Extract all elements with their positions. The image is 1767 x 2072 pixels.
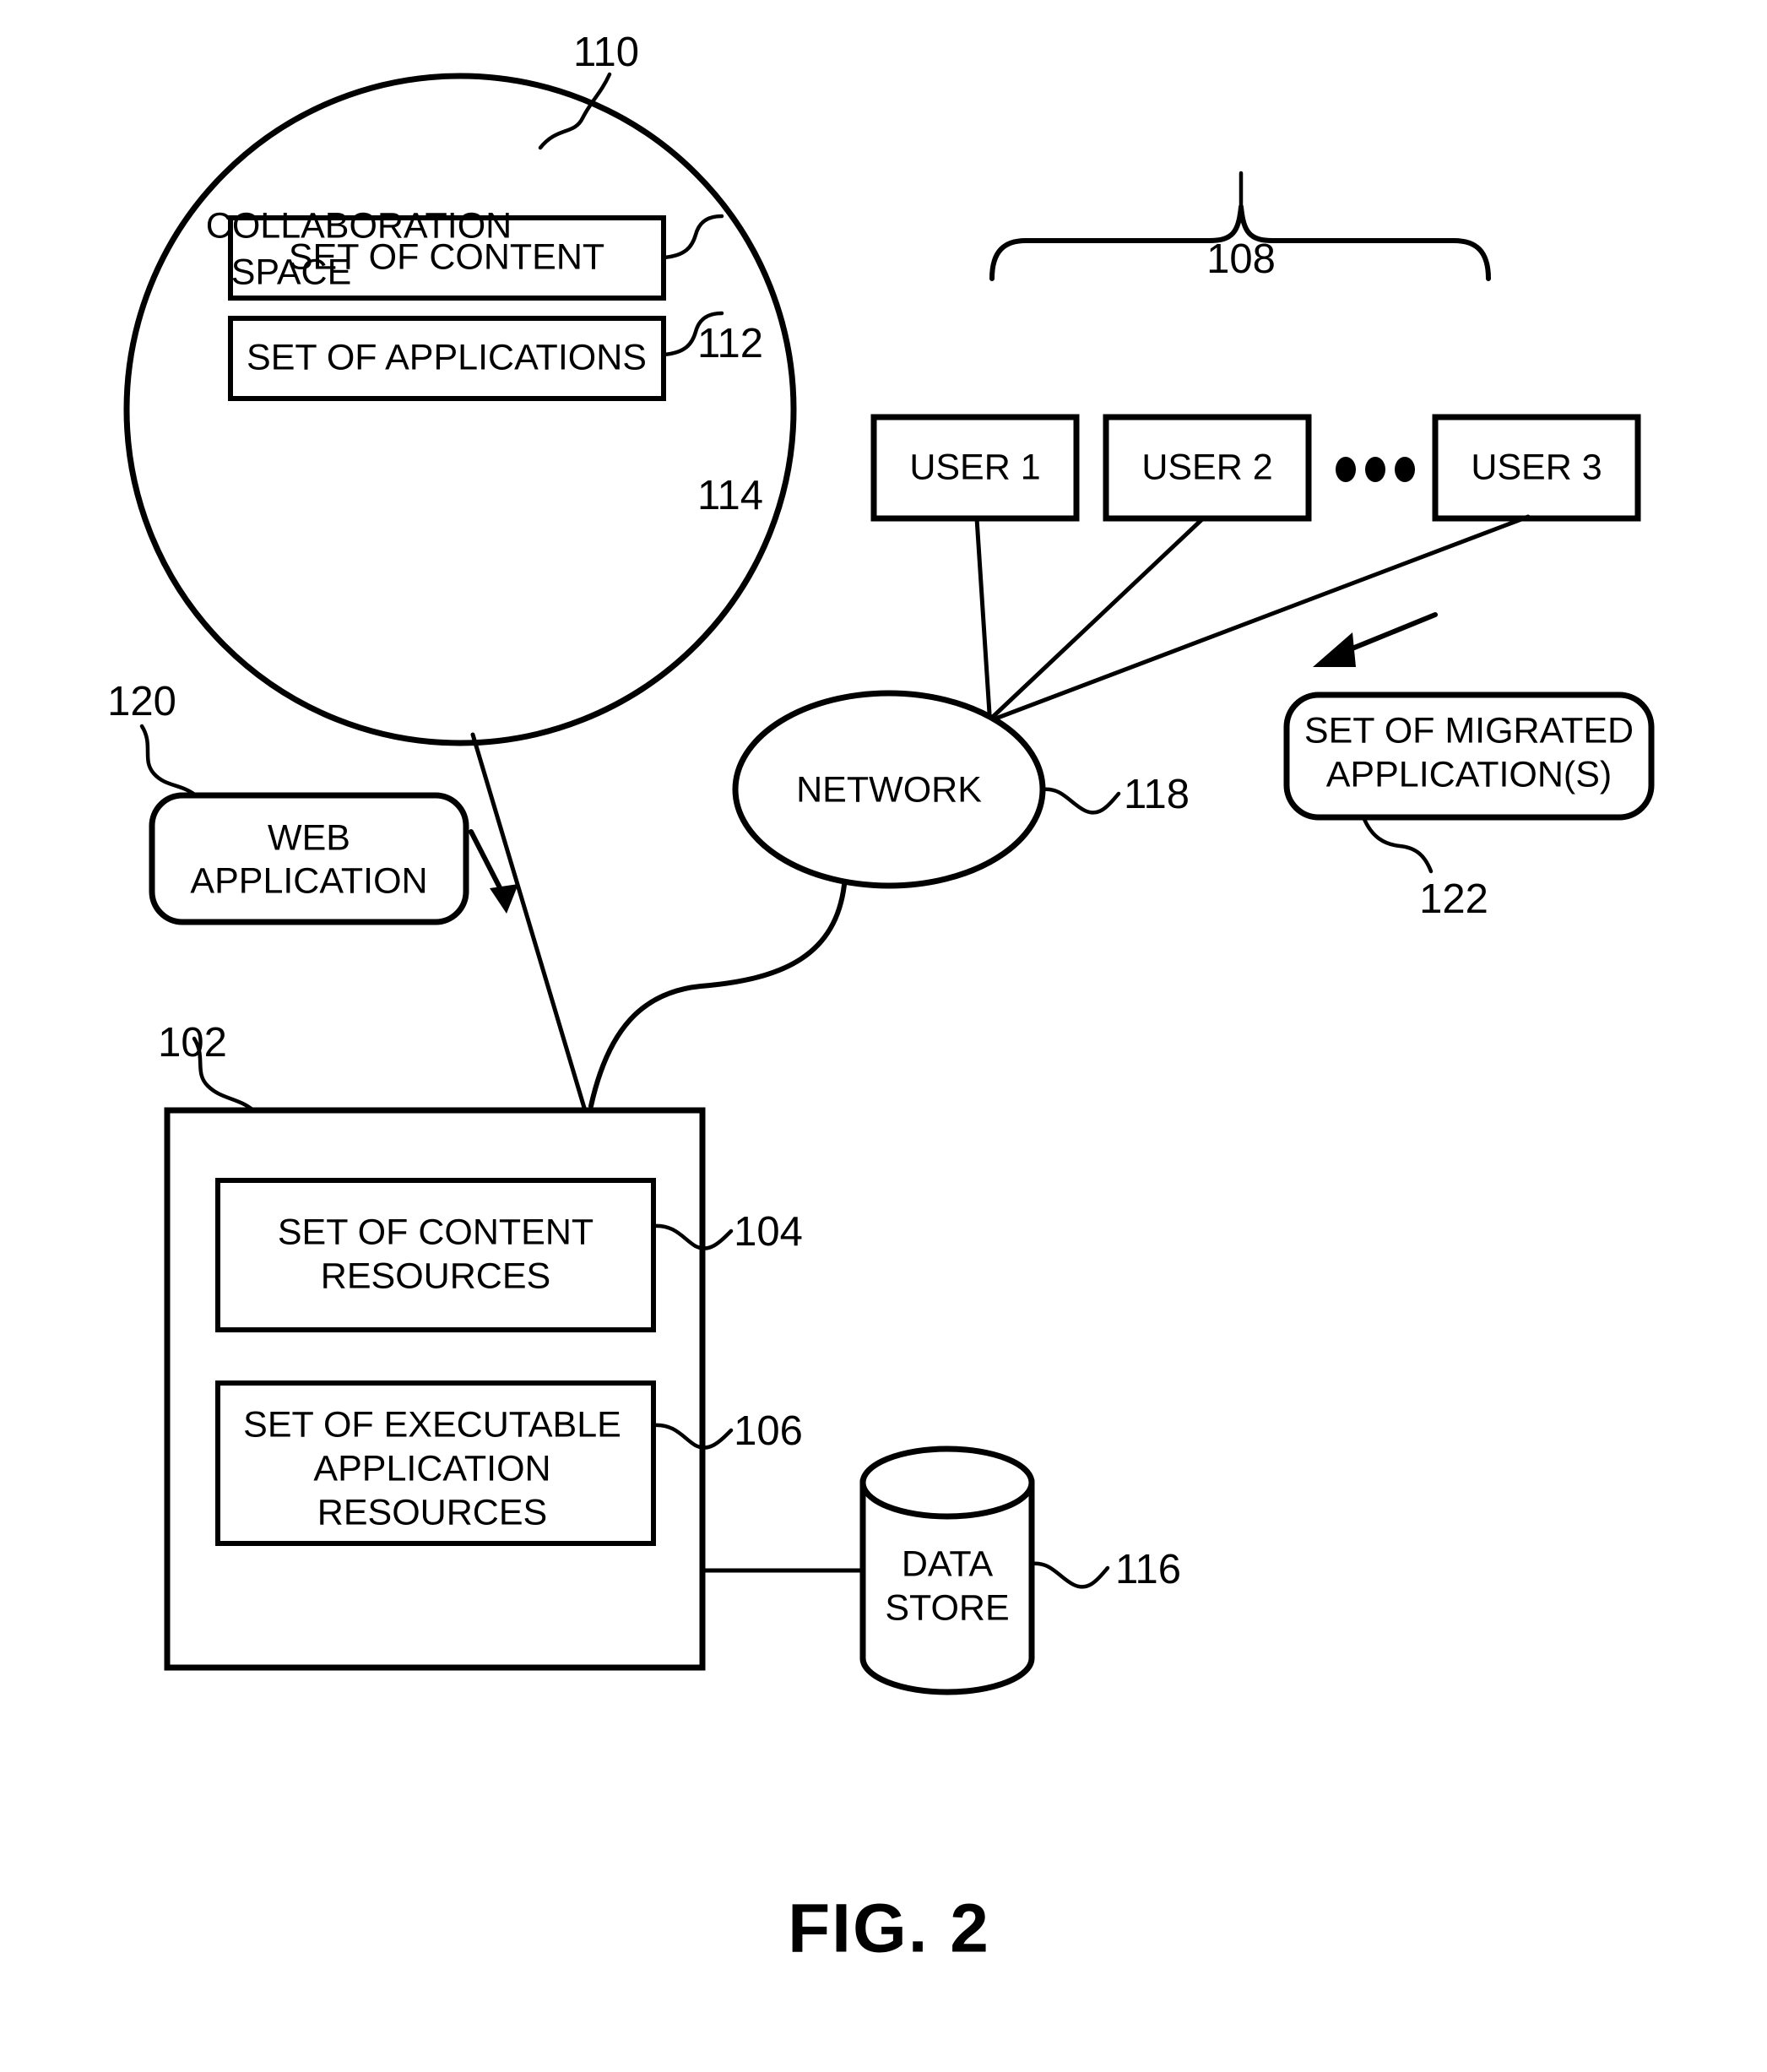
ref-122: 122 [1419,876,1488,922]
edge-collaboration-server [470,732,587,1110]
migrated-applications-label-line1: SET OF MIGRATED [1304,710,1634,751]
user-1-label: USER 1 [909,447,1040,487]
ref-120: 120 [107,679,176,724]
content-resources-label-line2: RESOURCES [321,1256,550,1296]
user-2-label: USER 2 [1141,447,1272,487]
set-of-applications-label: SET OF APPLICATIONS [247,337,647,377]
ref-112: 112 [697,321,763,366]
users-ellipsis-dots [1336,457,1415,482]
ref-116: 116 [1115,1547,1181,1592]
figure-caption: FIG. 2 [788,1890,990,1967]
ref-110: 110 [573,30,639,75]
migrated-applications-arrow [1313,612,1438,667]
set-of-content-label: SET OF CONTENT [289,236,604,277]
leader-line-118 [1040,787,1121,815]
data-store-label-line1: DATA [902,1543,994,1584]
edge-user3-network [995,514,1531,720]
edge-network-server [588,882,847,1109]
patent-figure: COLLABORATION SPACE 110 SET OF CONTENT 1… [0,0,1767,2072]
leader-line-122 [1361,815,1434,874]
network-label: NETWORK [796,769,982,810]
ref-102: 102 [158,1020,227,1066]
leader-line-116 [1029,1561,1110,1589]
ref-104: 104 [734,1209,803,1255]
web-application-label-line1: WEB [268,817,350,858]
web-application-arrow [469,829,518,914]
executable-resources-label-line1: SET OF EXECUTABLE [243,1404,621,1445]
leader-line-120 [139,724,198,798]
ref-108: 108 [1206,236,1276,282]
web-application-label-line2: APPLICATION [190,860,427,901]
executable-resources-label-line2: APPLICATION [313,1448,550,1489]
data-store-label-line2: STORE [885,1587,1009,1628]
user-3-label: USER 3 [1471,447,1602,487]
content-resources-label-line1: SET OF CONTENT [278,1212,594,1252]
web-application-box [149,792,469,925]
executable-resources-label-line3: RESOURCES [317,1492,547,1532]
figure-canvas: COLLABORATION SPACE 110 SET OF CONTENT 1… [107,30,1655,1967]
ref-118: 118 [1124,772,1190,817]
edge-user1-network [974,516,992,716]
ref-106: 106 [734,1408,803,1454]
ref-114: 114 [697,473,763,518]
migrated-applications-label-line2: APPLICATION(S) [1326,754,1612,795]
edge-user2-network [991,516,1206,719]
collaboration-space-circle [123,73,797,746]
